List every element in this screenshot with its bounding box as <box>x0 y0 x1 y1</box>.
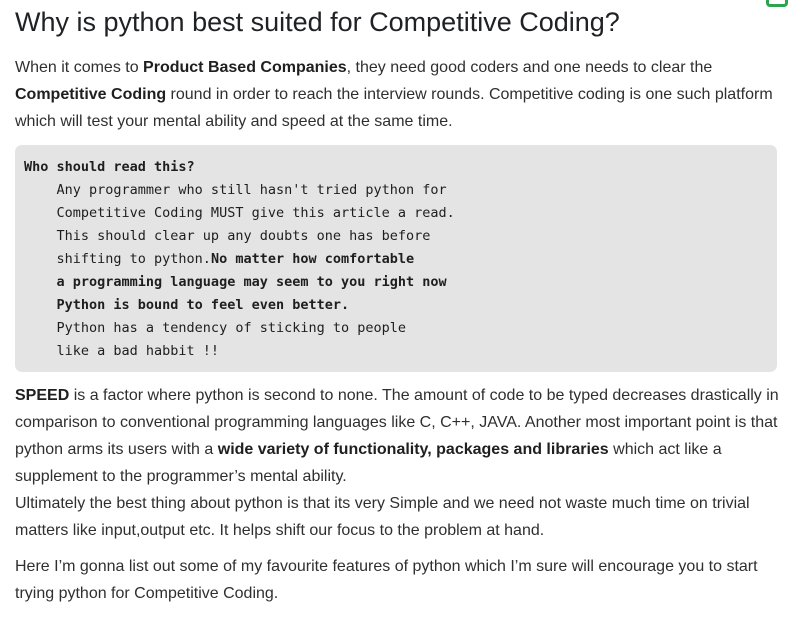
intro-bold-companies: Product Based Companies <box>143 59 347 76</box>
code-line-3: This should clear up any doubts one has … <box>24 228 431 244</box>
code-line-2: Competitive Coding MUST give this articl… <box>24 205 455 221</box>
intro-bold-competitive-coding: Competitive Coding <box>15 86 167 103</box>
speed-bold-libraries: wide variety of functionality, packages … <box>217 441 609 458</box>
bookmark-icon[interactable] <box>766 0 788 7</box>
code-line-1: Any programmer who still hasn't tried py… <box>24 182 447 198</box>
code-line-8: like a bad habbit !! <box>24 343 220 359</box>
speed-paragraph: SPEED is a factor where python is second… <box>15 382 780 544</box>
intro-text-1: When it comes to <box>15 59 144 76</box>
speed-text-3: Ultimately the best thing about python i… <box>15 495 750 539</box>
code-heading: Who should read this? <box>24 159 195 175</box>
code-block: Who should read this? Any programmer who… <box>15 145 777 372</box>
intro-text-2: , they need good coders and one needs to… <box>346 59 713 76</box>
speed-bold: SPEED <box>15 387 70 404</box>
code-line-6: Python is bound to feel even better. <box>24 297 350 313</box>
article-title: Why is python best suited for Competitiv… <box>15 7 620 37</box>
code-line-4: shifting to python. <box>24 251 211 267</box>
code-line-4-bold: No matter how comfortable <box>210 251 415 267</box>
intro-paragraph: When it comes to Product Based Companies… <box>15 54 780 135</box>
outro-paragraph: Here I’m gonna list out some of my favou… <box>15 558 758 602</box>
code-line-5: a programming language may seem to you r… <box>24 274 447 290</box>
code-line-7: Python has a tendency of sticking to peo… <box>24 320 407 336</box>
code-content: Who should read this? Any programmer who… <box>24 156 768 363</box>
